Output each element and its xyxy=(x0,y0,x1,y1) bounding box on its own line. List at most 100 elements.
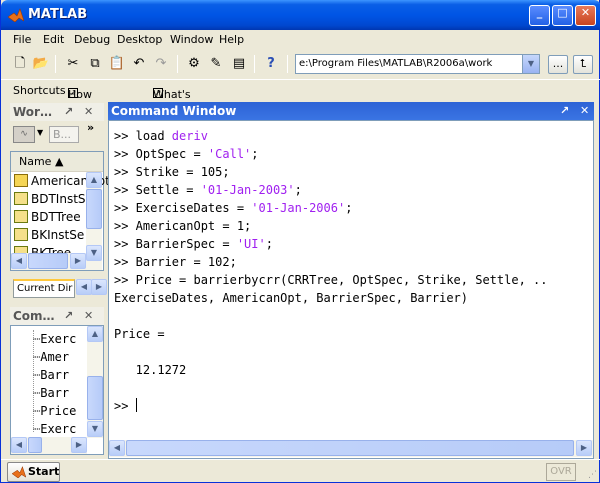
maximize-button[interactable]: □ xyxy=(552,5,573,26)
menu-edit[interactable]: Edit xyxy=(43,33,64,46)
toolbar-separator xyxy=(254,55,255,73)
command-text: >> Strike = 105; xyxy=(114,165,230,179)
scroll-up-icon[interactable]: ▲ xyxy=(86,172,102,188)
scroll-right-icon[interactable]: ▶ xyxy=(71,437,87,453)
command-line: >> Price = barrierbycrr(CRRTree, OptSpec… xyxy=(114,271,547,289)
command-window[interactable]: >> load deriv >> OptSpec = 'Call'; >> Stri… xyxy=(108,120,594,459)
menu-file[interactable]: File xyxy=(13,33,31,46)
close-panel-icon[interactable]: ✕ xyxy=(580,102,589,120)
command-window-text[interactable]: >> load deriv >> OptSpec = 'Call'; >> Stri… xyxy=(114,127,547,415)
tab-current-directory[interactable]: Current Dir xyxy=(13,279,75,298)
minimize-button[interactable]: _ xyxy=(529,5,550,26)
scroll-down-icon[interactable]: ▼ xyxy=(87,421,103,437)
cut-icon[interactable]: ✂ xyxy=(63,54,83,74)
menu-bar: File Edit Debug Desktop Window Help xyxy=(1,30,600,50)
tab-scroll-left-icon[interactable]: ◀ xyxy=(76,279,92,295)
scroll-left-icon[interactable]: ◀ xyxy=(11,253,27,269)
scroll-up-icon[interactable]: ▲ xyxy=(87,326,103,342)
command-history-header[interactable]: Com… ↗ ✕ xyxy=(10,307,104,325)
parent-folder-button[interactable]: ⮤ xyxy=(573,55,593,74)
history-horizontal-scrollbar[interactable]: ◀ ▶ xyxy=(11,437,87,454)
scroll-left-icon[interactable]: ◀ xyxy=(109,440,125,456)
window-title: MATLAB xyxy=(28,7,88,22)
current-directory-field[interactable]: e:\Program Files\MATLAB\R2006a\work ▼ xyxy=(295,54,540,74)
view-selector[interactable]: B... xyxy=(49,126,79,143)
list-item[interactable]: BKInstSe xyxy=(14,228,84,245)
scroll-thumb[interactable] xyxy=(28,253,68,269)
title-bar[interactable]: MATLAB _ □ ✕ xyxy=(1,0,600,30)
command-text: >> OptSpec = xyxy=(114,147,208,161)
browse-directory-button[interactable]: ... xyxy=(548,55,568,74)
undock-icon[interactable]: ↗ xyxy=(64,103,73,121)
history-item[interactable]: ┈Exerc xyxy=(33,332,76,349)
tab-scroll-right-icon[interactable]: ▶ xyxy=(91,279,107,295)
menu-window[interactable]: Window xyxy=(170,33,213,46)
command-line: >> Strike = 105; xyxy=(114,163,547,181)
scroll-thumb[interactable] xyxy=(28,437,42,453)
guide-icon[interactable]: ✎ xyxy=(206,54,226,74)
matlab-logo-icon xyxy=(12,466,26,478)
undo-icon[interactable]: ↶ xyxy=(129,54,149,74)
maximize-icon: □ xyxy=(557,6,568,19)
close-panel-icon[interactable]: ✕ xyxy=(84,307,93,325)
history-item[interactable]: ┈Barr xyxy=(33,368,69,385)
string-literal: 'Call' xyxy=(207,147,252,161)
struct-icon xyxy=(14,192,28,205)
string-literal: 'UI' xyxy=(236,237,266,251)
text-caret xyxy=(135,398,137,412)
simulink-icon[interactable]: ⚙ xyxy=(184,54,204,74)
scroll-thumb[interactable] xyxy=(86,189,102,229)
workspace-list: Name ▲ AmericanOpt BDTInstS BDTTree BKIn… xyxy=(10,151,110,271)
close-button[interactable]: ✕ xyxy=(575,5,596,26)
menu-debug[interactable]: Debug xyxy=(74,33,110,46)
history-vertical-scrollbar[interactable]: ▲ ▼ xyxy=(87,326,103,438)
paste-icon[interactable]: 📋 xyxy=(107,54,127,74)
help-icon[interactable]: ? xyxy=(261,54,281,74)
workspace-tabs: Current Dir ◀ ▶ xyxy=(10,276,107,300)
chevron-down-icon[interactable]: ▼ xyxy=(37,128,43,137)
scroll-right-icon[interactable]: ▶ xyxy=(70,253,86,269)
history-item[interactable]: ┈Price xyxy=(33,404,76,421)
workspace-horizontal-scrollbar[interactable]: ◀ ▶ xyxy=(11,253,86,270)
close-panel-icon[interactable]: ✕ xyxy=(84,103,93,121)
column-header-name[interactable]: Name ▲ xyxy=(11,152,103,172)
scroll-down-icon[interactable]: ▼ xyxy=(86,245,102,261)
command-history-title: Com… xyxy=(13,309,55,323)
workspace-header[interactable]: Wor… ↗ ✕ xyxy=(10,103,104,121)
list-item[interactable]: BDTTree xyxy=(14,210,81,227)
scroll-thumb[interactable] xyxy=(126,440,574,456)
redo-icon[interactable]: ↷ xyxy=(151,54,171,74)
workspace-vertical-scrollbar[interactable]: ▲ ▼ xyxy=(86,172,102,270)
profiler-icon[interactable]: ▤ xyxy=(229,54,249,74)
undock-icon[interactable]: ↗ xyxy=(560,102,569,120)
scroll-thumb[interactable] xyxy=(87,376,103,420)
history-item[interactable]: ┈Amer xyxy=(33,350,69,367)
undock-icon[interactable]: ↗ xyxy=(64,307,73,325)
command-text: >> BarrierSpec = xyxy=(114,237,237,251)
start-button[interactable]: Start xyxy=(7,462,60,482)
command-text: >> xyxy=(114,399,136,413)
overwrite-indicator: OVR xyxy=(546,463,576,481)
scroll-left-icon[interactable]: ◀ xyxy=(11,437,27,453)
more-icon[interactable]: » xyxy=(87,121,94,134)
new-file-icon[interactable]: 🗋 xyxy=(10,54,30,74)
chevron-down-icon[interactable]: ▼ xyxy=(522,55,539,73)
history-item[interactable]: ┈Barr xyxy=(33,386,69,403)
plot-selector-icon[interactable]: ∿ xyxy=(13,126,35,143)
command-window-header[interactable]: Command Window ↗ ✕ xyxy=(108,102,594,120)
command-line: >> OptSpec = 'Call'; xyxy=(114,145,547,163)
scroll-right-icon[interactable]: ▶ xyxy=(576,440,592,456)
shortcuts-bar: Shortcuts ↗How to Add ↗What's New xyxy=(1,79,600,127)
resize-grip-icon[interactable]: ⋰ xyxy=(588,470,597,480)
menu-desktop[interactable]: Desktop xyxy=(117,33,162,46)
command-horizontal-scrollbar[interactable]: ◀ ▶ xyxy=(109,440,593,457)
menu-help[interactable]: Help xyxy=(219,33,244,46)
list-item[interactable]: BDTInstS xyxy=(14,192,86,209)
command-text: >> AmericanOpt = 1; xyxy=(114,219,252,233)
string-literal: '01-Jan-2003' xyxy=(200,183,295,197)
matlab-logo-icon xyxy=(8,8,24,22)
copy-icon[interactable]: ⧉ xyxy=(85,54,105,74)
command-text: ; xyxy=(265,237,273,251)
open-folder-icon[interactable]: 📂 xyxy=(31,54,51,74)
command-text: ; xyxy=(345,201,353,215)
